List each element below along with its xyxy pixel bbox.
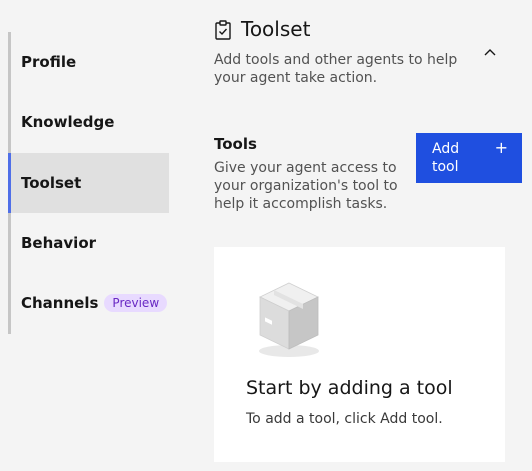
sidebar-item-knowledge[interactable]: Knowledge <box>8 92 169 152</box>
section-title: Toolset <box>241 17 311 41</box>
sidebar-item-toolset[interactable]: Toolset <box>8 153 169 213</box>
add-tool-button[interactable]: Add tool + <box>416 133 522 183</box>
tools-heading: Tools <box>214 135 257 153</box>
chevron-up-icon <box>484 41 496 60</box>
preview-badge: Preview <box>104 294 168 312</box>
toolset-page: Profile Knowledge Toolset Behavior Chann… <box>0 0 532 471</box>
collapse-section-button[interactable] <box>480 40 500 60</box>
clipboard-check-icon <box>214 20 232 40</box>
section-description: Add tools and other agents to help your … <box>214 52 458 86</box>
sidebar-item-channels[interactable]: Channels Preview <box>8 273 169 333</box>
sidebar-item-label: Channels <box>21 294 99 312</box>
sidebar-item-behavior[interactable]: Behavior <box>8 213 169 273</box>
sidebar-item-label: Profile <box>21 53 77 71</box>
sidebar-item-profile[interactable]: Profile <box>8 32 169 92</box>
empty-state-card: Start by adding a tool To add a tool, cl… <box>214 247 505 462</box>
sidebar-item-label: Behavior <box>21 234 97 252</box>
add-tool-label: Add tool <box>432 141 460 175</box>
empty-state-title: Start by adding a tool <box>246 377 453 399</box>
side-navigation: Profile Knowledge Toolset Behavior Chann… <box>8 32 169 334</box>
plus-icon: + <box>494 138 508 157</box>
sidebar-item-label: Knowledge <box>21 113 115 131</box>
tools-description: Give your agent access to your organizat… <box>214 160 398 212</box>
empty-state-description: To add a tool, click Add tool. <box>246 411 443 427</box>
box-icon <box>256 279 322 359</box>
sidebar-item-label: Toolset <box>21 174 82 192</box>
